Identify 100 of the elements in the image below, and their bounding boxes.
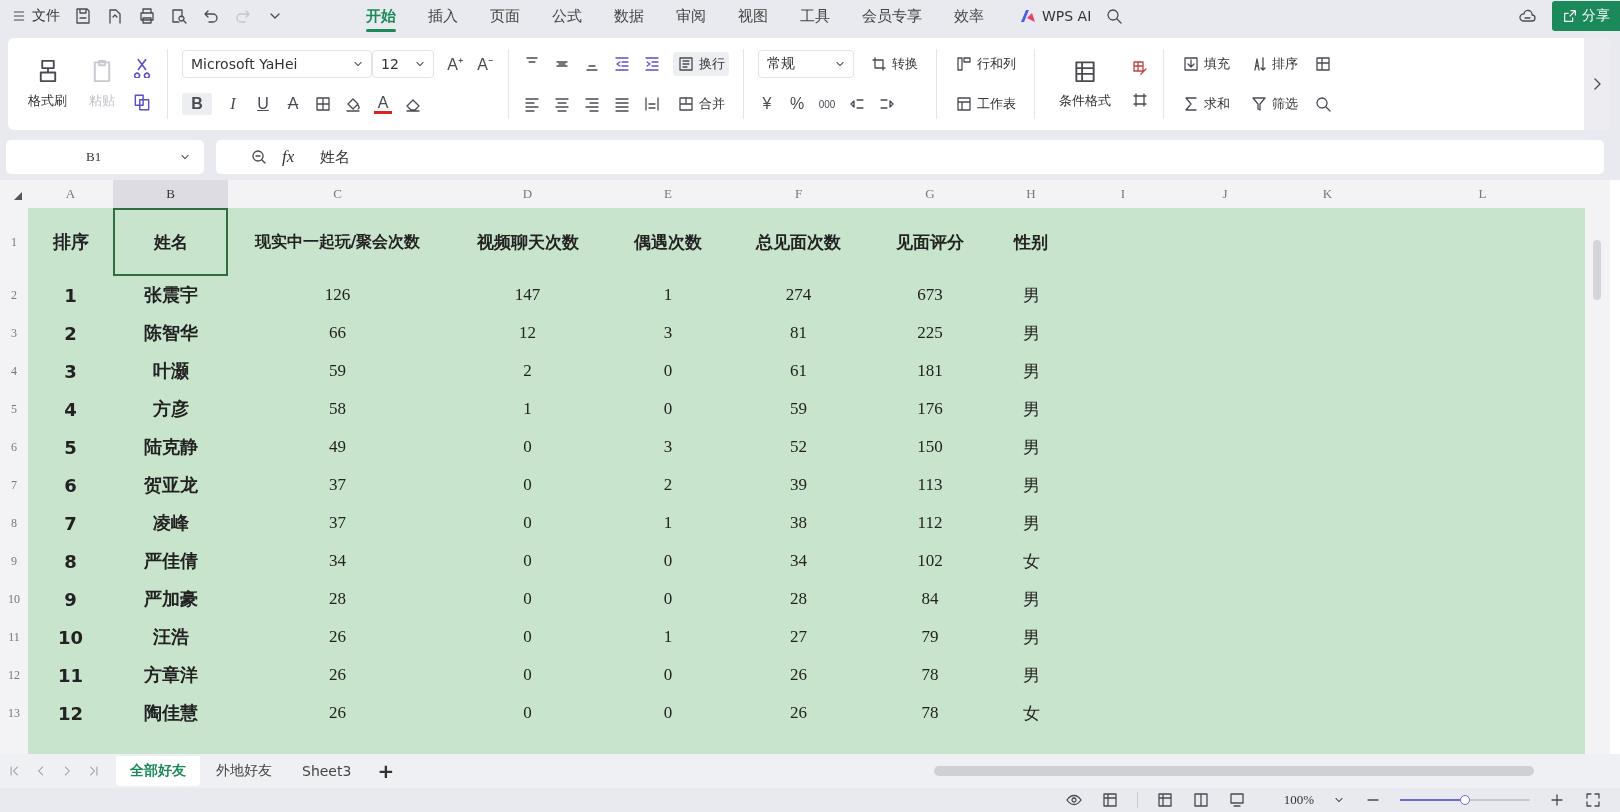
row-number[interactable]: 2	[0, 276, 28, 314]
worksheet-icon[interactable]	[955, 95, 973, 113]
file-menu[interactable]: 文件	[32, 7, 60, 25]
scissors-icon[interactable]	[131, 56, 153, 78]
fullscreen-icon[interactable]	[1584, 791, 1602, 809]
name-box[interactable]: B1	[6, 140, 204, 174]
row-number[interactable]: 13	[0, 694, 28, 732]
page-layout-icon[interactable]	[1191, 791, 1210, 809]
outdent-icon[interactable]	[613, 55, 631, 73]
merge-icon[interactable]	[677, 95, 695, 113]
convert-button[interactable]: 转换	[866, 52, 922, 76]
strikethrough-button[interactable]: A	[284, 95, 302, 113]
currency-button[interactable]: ¥	[758, 95, 776, 113]
thousands-button[interactable]: 000	[818, 98, 836, 110]
column-header[interactable]: J	[1175, 180, 1275, 208]
merge-button[interactable]: 合并	[673, 92, 729, 116]
convert-icon[interactable]	[870, 55, 888, 73]
search-icon[interactable]	[1105, 7, 1124, 25]
cell-style-icon[interactable]	[1131, 59, 1149, 77]
menu-tab[interactable]: 视图	[722, 0, 784, 32]
freeze-icon[interactable]	[1314, 55, 1332, 73]
print-icon[interactable]	[138, 7, 156, 25]
row-number[interactable]: 3	[0, 314, 28, 352]
select-all-icon[interactable]	[14, 192, 22, 200]
column-header[interactable]: D	[447, 180, 608, 208]
grow-font-button[interactable]: A⁺	[446, 53, 464, 75]
row-number[interactable]: 1	[0, 208, 28, 276]
filter-button[interactable]: 筛选	[1246, 92, 1302, 116]
shrink-font-button[interactable]: A⁻	[476, 53, 494, 75]
row-number[interactable]: 7	[0, 466, 28, 504]
menu-tab[interactable]: 审阅	[660, 0, 722, 32]
worksheet-button[interactable]: 工作表	[951, 92, 1020, 116]
table-icon[interactable]	[1100, 791, 1119, 809]
page-break-icon[interactable]	[1227, 791, 1246, 809]
column-header[interactable]: L	[1380, 180, 1585, 208]
search-icon[interactable]	[1314, 95, 1332, 113]
distribute-icon[interactable]	[643, 95, 661, 113]
align-center-icon[interactable]	[553, 95, 571, 113]
conditional-format-button[interactable]: 条件格式	[1049, 56, 1121, 112]
cell-format-icon[interactable]	[1131, 91, 1149, 109]
number-format-select[interactable]: 常规	[758, 50, 854, 78]
save-icon[interactable]	[74, 7, 92, 25]
normal-view-icon[interactable]	[1155, 791, 1174, 809]
vertical-scrollbar[interactable]	[1585, 180, 1610, 754]
wrap-button[interactable]: 换行	[673, 52, 729, 76]
indent-icon[interactable]	[643, 55, 661, 73]
fill-button[interactable]: 填充	[1178, 52, 1234, 76]
row-number[interactable]: 11	[0, 618, 28, 656]
border-icon[interactable]	[314, 95, 332, 113]
justify-icon[interactable]	[613, 95, 631, 113]
font-color-button[interactable]: A	[374, 94, 392, 114]
column-header[interactable]: E	[608, 180, 728, 208]
menu-tab[interactable]: 插入	[412, 0, 474, 32]
zoom-icon[interactable]	[250, 148, 268, 166]
cloud-icon[interactable]	[1518, 7, 1536, 25]
menu-tab[interactable]: 工具	[784, 0, 846, 32]
percent-button[interactable]: %	[788, 95, 806, 113]
font-family-select[interactable]: Microsoft YaHei	[182, 50, 372, 78]
zoom-slider-thumb[interactable]	[1460, 795, 1470, 805]
font-size-select[interactable]: 12	[372, 50, 434, 78]
row-number[interactable]: 10	[0, 580, 28, 618]
format-painter-button[interactable]: 格式刷	[22, 56, 73, 112]
sheet-tab[interactable]: 全部好友	[116, 756, 200, 786]
sheet-tab[interactable]: Sheet3	[288, 757, 366, 785]
share-icon[interactable]	[1562, 8, 1578, 24]
row-number[interactable]: 12	[0, 656, 28, 694]
share-button[interactable]: 分享	[1552, 1, 1620, 31]
zoom-level[interactable]: 100%	[1283, 792, 1314, 808]
menu-tab[interactable]: 效率	[938, 0, 1000, 32]
menu-tab[interactable]: 会员专享	[846, 0, 938, 32]
row-number[interactable]: 5	[0, 390, 28, 428]
copy-icon[interactable]	[132, 92, 152, 112]
column-header[interactable]: H	[991, 180, 1071, 208]
column-header[interactable]: F	[728, 180, 869, 208]
wrap-icon[interactable]	[677, 55, 695, 73]
row-number[interactable]: 6	[0, 428, 28, 466]
print-preview-icon[interactable]	[170, 7, 188, 25]
row-number[interactable]: 4	[0, 352, 28, 390]
table-icon[interactable]	[1072, 58, 1098, 84]
underline-button[interactable]: U	[254, 95, 272, 113]
menu-tab[interactable]: 开始	[350, 0, 412, 32]
ai-tab[interactable]: WPS AI	[1000, 8, 1106, 24]
sum-button[interactable]: 求和	[1178, 92, 1234, 116]
rows-columns-icon[interactable]	[955, 55, 973, 73]
column-header[interactable]: G	[869, 180, 991, 208]
rows-columns-button[interactable]: 行和列	[951, 52, 1020, 76]
column-header[interactable]: A	[28, 180, 113, 208]
add-sheet-button[interactable]: +	[367, 759, 405, 783]
fill-icon[interactable]	[1182, 55, 1200, 73]
funnel-icon[interactable]	[1250, 95, 1268, 113]
bold-button[interactable]: B	[182, 93, 212, 115]
column-header[interactable]: I	[1071, 180, 1175, 208]
menu-tab[interactable]: 数据	[598, 0, 660, 32]
italic-button[interactable]: I	[224, 95, 242, 113]
menu-tab[interactable]: 页面	[474, 0, 536, 32]
row-number[interactable]: 9	[0, 542, 28, 580]
column-header[interactable]: B	[113, 180, 228, 208]
column-header[interactable]: C	[228, 180, 447, 208]
sort-button[interactable]: 排序	[1246, 52, 1302, 76]
menu-tab[interactable]: 公式	[536, 0, 598, 32]
